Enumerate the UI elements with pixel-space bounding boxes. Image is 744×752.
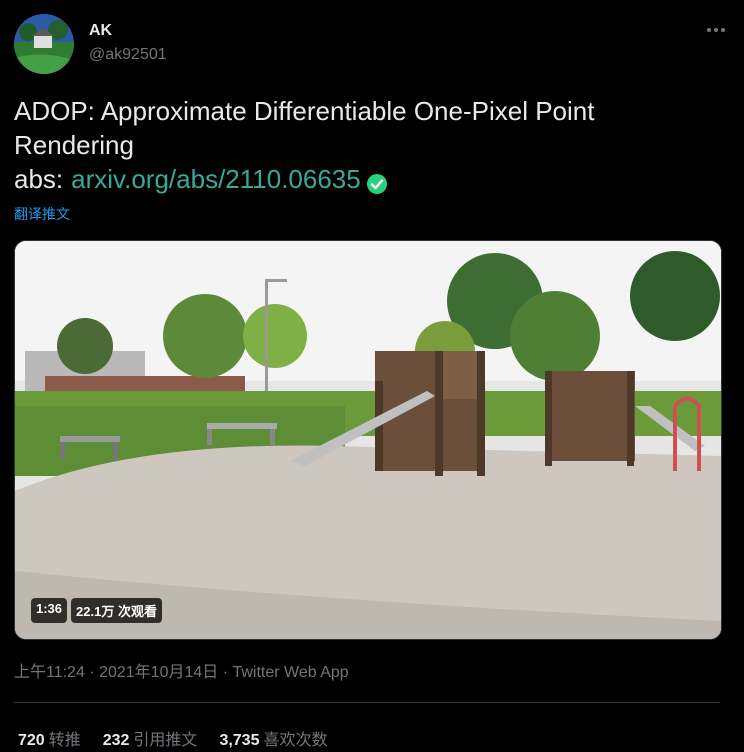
tweet-timestamp[interactable]: 上午11:24 · 2021年10月14日 · [14, 664, 232, 681]
avatar[interactable] [14, 14, 74, 74]
video-thumbnail [15, 241, 721, 639]
more-horizontal-icon[interactable] [702, 20, 730, 40]
tweet-meta: 上午11:24 · 2021年10月14日 · Twitter Web App [14, 658, 349, 682]
quote-tweets-label: 引用推文 [133, 732, 198, 749]
retweets-label: 转推 [48, 732, 81, 749]
handle[interactable]: @ak92501 [89, 46, 167, 64]
tweet-stats: 720 转推 232 引用推文 3,735 喜欢次数 [18, 726, 328, 750]
display-name[interactable]: AK [89, 22, 112, 40]
tweet-text-line2: Rendering [14, 130, 134, 160]
video-duration: 1:36 [31, 598, 68, 623]
tweet-header: AK @ak92501 [14, 14, 730, 74]
divider [14, 702, 720, 703]
abs-prefix: abs: [14, 164, 64, 194]
likes-label: 喜欢次数 [263, 732, 328, 749]
retweets-stat[interactable]: 720 转推 [18, 726, 81, 750]
check-circle-icon [366, 169, 388, 194]
video-views: 22.1万 次观看 [71, 598, 162, 623]
likes-count: 3,735 [219, 732, 260, 749]
video-player[interactable]: 1:36 22.1万 次观看 [14, 240, 722, 640]
tweet-text-line1: ADOP: Approximate Differentiable One-Pix… [14, 96, 595, 126]
quote-tweets-count: 232 [102, 732, 130, 749]
translate-tweet-link[interactable]: 翻译推文 [14, 204, 70, 224]
tweet-source[interactable]: Twitter Web App [232, 664, 348, 681]
avatar-image [14, 14, 74, 74]
arxiv-link[interactable]: arxiv.org/abs/2110.06635 [71, 162, 361, 196]
retweets-count: 720 [18, 732, 45, 749]
quote-tweets-stat[interactable]: 232 引用推文 [103, 726, 198, 750]
likes-stat[interactable]: 3,735 喜欢次数 [219, 726, 327, 750]
tweet-text: ADOP: Approximate Differentiable One-Pix… [14, 94, 714, 196]
tweet-link-row: abs: arxiv.org/abs/2110.06635 [14, 162, 714, 196]
video-badges: 1:36 22.1万 次观看 [31, 598, 162, 623]
